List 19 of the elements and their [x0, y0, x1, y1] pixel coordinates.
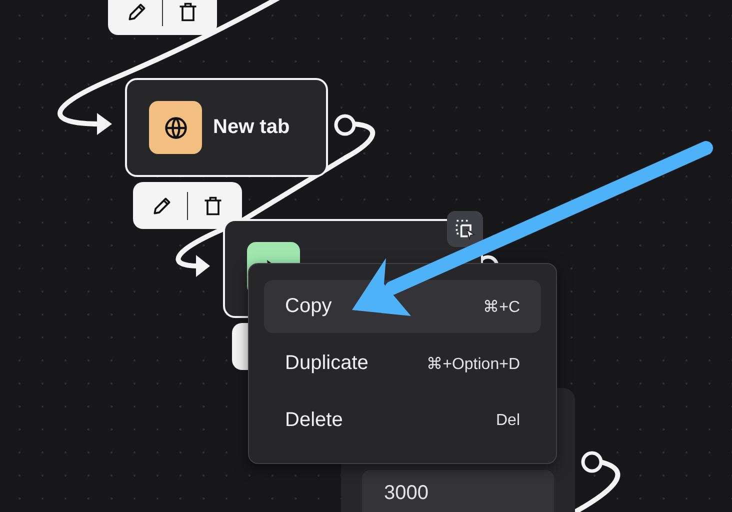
menu-item[interactable]: Delete Del: [264, 394, 541, 447]
trash-icon: [177, 0, 199, 22]
connector-line: [572, 460, 620, 512]
connector-port[interactable]: [581, 451, 603, 473]
flow-node[interactable]: New tab: [125, 78, 328, 177]
select-button[interactable]: [447, 211, 483, 247]
node-title: New tab: [213, 116, 290, 139]
trash-icon: [202, 194, 224, 216]
globe-icon: [162, 114, 188, 140]
shortcut-label: ⌘+Option+D: [426, 354, 520, 374]
shortcut-label: Del: [496, 412, 520, 430]
menu-item[interactable]: Copy ⌘+C: [264, 280, 541, 333]
connector-port[interactable]: [334, 114, 356, 136]
pencil-icon: [151, 194, 173, 216]
shortcut-label: ⌘+C: [483, 298, 520, 316]
selection-icon: [454, 218, 476, 240]
menu-item[interactable]: Duplicate ⌘+Option+D: [264, 337, 541, 390]
input-field[interactable]: 3000: [362, 470, 554, 512]
pencil-icon: [126, 0, 148, 22]
